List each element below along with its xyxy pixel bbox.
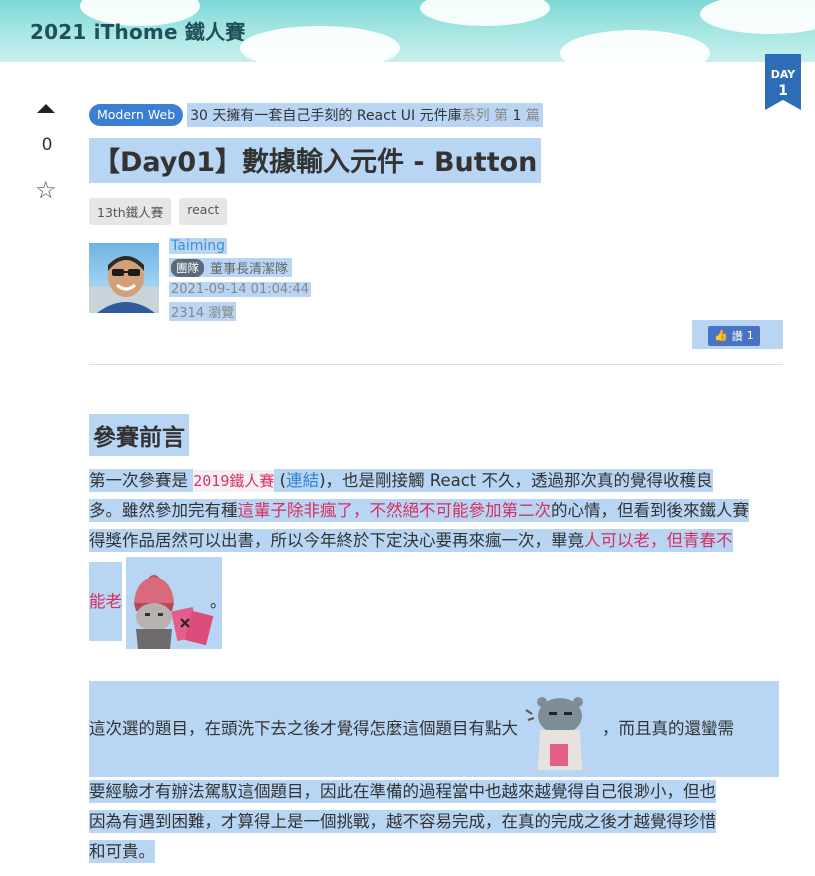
- avatar[interactable]: [89, 243, 159, 313]
- post-datetime: 2021-09-14 01:04:44: [169, 282, 312, 297]
- tag[interactable]: 13th鐵人賽: [89, 198, 172, 225]
- site-title[interactable]: 2021 iThome 鐵人賽: [30, 16, 245, 45]
- post-title: 【Day01】數據輸入元件 - Button: [89, 138, 542, 183]
- series-suffix: 系列: [461, 108, 490, 124]
- upvote-icon[interactable]: [37, 104, 55, 113]
- paragraph: 第一次參賽是 2019鐵人賽 (連結)，也是剛接觸 React 不久，透過那次真…: [89, 466, 749, 649]
- team-row: 團隊 董事長清潔隊: [169, 258, 293, 277]
- text-run: 因為有遇到困難，才算得上是一個挑戰，越不容易完成，在真的完成之後才越覺得珍惜: [89, 810, 716, 833]
- series-row: Modern Web 30 天擁有一套自己手刻的 React UI 元件庫系列 …: [89, 103, 543, 127]
- text-run: 和可貴。: [89, 840, 155, 863]
- star-icon[interactable]: ☆: [35, 178, 57, 202]
- team-name[interactable]: 董事長清潔隊: [208, 258, 290, 277]
- sticker-image: [126, 556, 222, 649]
- series-suffix: 篇: [525, 108, 540, 124]
- text-run: 這次選的題目，在頭洗下去之後才覺得怎麼這個題目有點大: [89, 719, 518, 738]
- inline-code: 2019鐵人賽: [193, 470, 275, 492]
- cloud-decoration: [560, 30, 710, 62]
- site-banner: 2021 iThome 鐵人賽: [0, 0, 815, 62]
- text-run: 第一次參賽是: [89, 469, 194, 492]
- author-name[interactable]: Taiming: [169, 237, 227, 254]
- avatar-image: [89, 256, 159, 313]
- vote-count: 0: [41, 135, 53, 155]
- like-label: 讚: [731, 329, 743, 343]
- text-run: 。: [210, 592, 227, 611]
- section-heading: 參賽前言: [89, 414, 189, 456]
- cloud-decoration: [240, 26, 400, 62]
- like-count: 1: [746, 329, 754, 342]
- series-number: 1: [512, 108, 522, 124]
- text-run: 多。雖然參加完有種: [89, 499, 238, 522]
- tag-list: 13th鐵人賽 react: [89, 198, 228, 225]
- cloud-decoration: [700, 0, 815, 34]
- like-button[interactable]: 👍 讚 1: [708, 325, 760, 346]
- thumbs-up-icon: 👍: [714, 329, 728, 342]
- series-link[interactable]: 30 天擁有一套自己手刻的 React UI 元件庫系列 第 1 篇: [187, 103, 543, 127]
- text-run: 要經驗才有辦法駕馭這個題目，因此在準備的過程當中也越來越覺得自己很渺小，但也: [89, 780, 716, 803]
- cloud-decoration: [420, 0, 550, 26]
- view-count: 2314 瀏覽: [169, 302, 237, 321]
- day-number: 1: [778, 83, 788, 99]
- text-run: 的心情，但看到後來鐵人賽: [551, 499, 749, 522]
- tag[interactable]: react: [179, 198, 228, 225]
- inline-link[interactable]: 連結: [286, 469, 320, 492]
- emphasis-text: 能老: [89, 562, 122, 641]
- author-info: Taiming 團隊 董事長清潔隊 2021-09-14 01:04:44 231…: [169, 236, 312, 324]
- paragraph: 這次選的題目，在頭洗下去之後才覺得怎麼這個題目有點大 ，而且真的還蠻需 要經驗才…: [89, 681, 783, 867]
- text-run: )，也是剛接觸 React 不久，透過那次真的覺得收穫良: [319, 469, 713, 492]
- divider: [89, 364, 783, 365]
- series-suffix: 第: [494, 108, 509, 124]
- emphasis-text: 人可以老，但青春不: [584, 529, 733, 552]
- series-name: 30 天擁有一套自己手刻的 React UI 元件庫: [190, 108, 462, 124]
- emphasis-text: 這輩子除非瘋了，不然絕不可能參加第二次: [237, 499, 551, 522]
- day-label: DAY: [770, 68, 796, 81]
- sticker-image: [520, 688, 600, 772]
- category-badge[interactable]: Modern Web: [89, 104, 184, 126]
- like-area: 👍 讚 1: [692, 320, 783, 349]
- text-run: 得獎作品居然可以出書，所以今年終於下定決心要再來瘋一次，畢竟: [89, 529, 584, 552]
- text-run: ，而且真的還蠻需: [602, 719, 734, 738]
- team-badge: 團隊: [171, 258, 204, 277]
- text-run: (: [274, 469, 287, 492]
